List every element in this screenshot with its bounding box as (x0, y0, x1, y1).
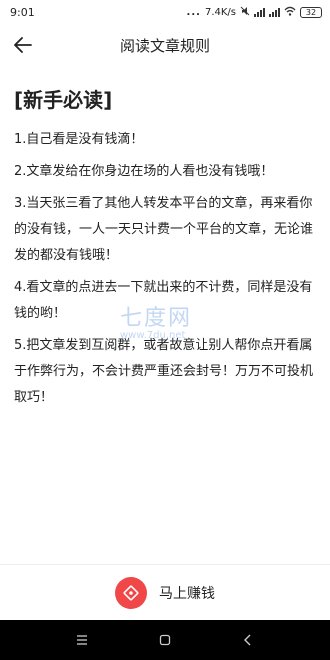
battery-icon: 32 (300, 6, 322, 18)
rule-item: 2.文章发给在你身边在场的人看也没有钱哦！ (14, 164, 274, 179)
back-chevron-icon (244, 634, 251, 646)
rule-item: 3.当天张三看了其他人转发本平台的文章，再来看你的没有钱，一人一天只计费一个平台… (14, 196, 314, 263)
network-speed: 7.4K/s (204, 6, 236, 18)
rules-content: [新手必读] 1.自己看是没有钱滴！ 2.文章发给在你身边在场的人看也没有钱哦！… (14, 84, 318, 417)
rules-heading: [新手必读] (14, 88, 113, 112)
status-time: 9:01 (10, 5, 35, 19)
back-arrow-icon (14, 37, 32, 53)
system-nav-bar (0, 620, 330, 660)
menu-icon (76, 635, 87, 645)
title-bar: 阅读文章规则 (0, 24, 330, 66)
watermark-title: 七度网 (120, 306, 193, 331)
watermark: 七度网 www.7du.net (120, 300, 230, 341)
home-button[interactable] (153, 628, 177, 652)
footer-bar: 马上赚钱 (0, 564, 330, 620)
earn-money-label[interactable]: 马上赚钱 (159, 583, 215, 603)
status-icons: ... 7.4K/s 32 (187, 6, 322, 19)
rule-item: 5.把文章发到互阅群，或者故意让别人帮你点开看属于作弊行为，不会计费严重还会封号… (14, 338, 314, 405)
rule-item: 1.自己看是没有钱滴！ (14, 132, 144, 147)
silent-icon (240, 6, 250, 19)
back-button[interactable] (10, 32, 36, 58)
earn-money-button[interactable] (115, 576, 147, 609)
wifi-icon (284, 6, 296, 19)
signal-icon-1 (254, 7, 265, 17)
page-title: 阅读文章规则 (119, 36, 210, 55)
watermark-url: www.7du.net (120, 330, 186, 341)
home-icon (159, 634, 171, 646)
signal-icon-2 (269, 7, 280, 17)
status-bar: 9:01 ... 7.4K/s 32 (0, 0, 330, 24)
nav-back-button[interactable] (236, 628, 260, 652)
menu-button[interactable] (70, 628, 94, 652)
coin-icon (123, 585, 139, 600)
notification-dots: ... (186, 6, 201, 18)
